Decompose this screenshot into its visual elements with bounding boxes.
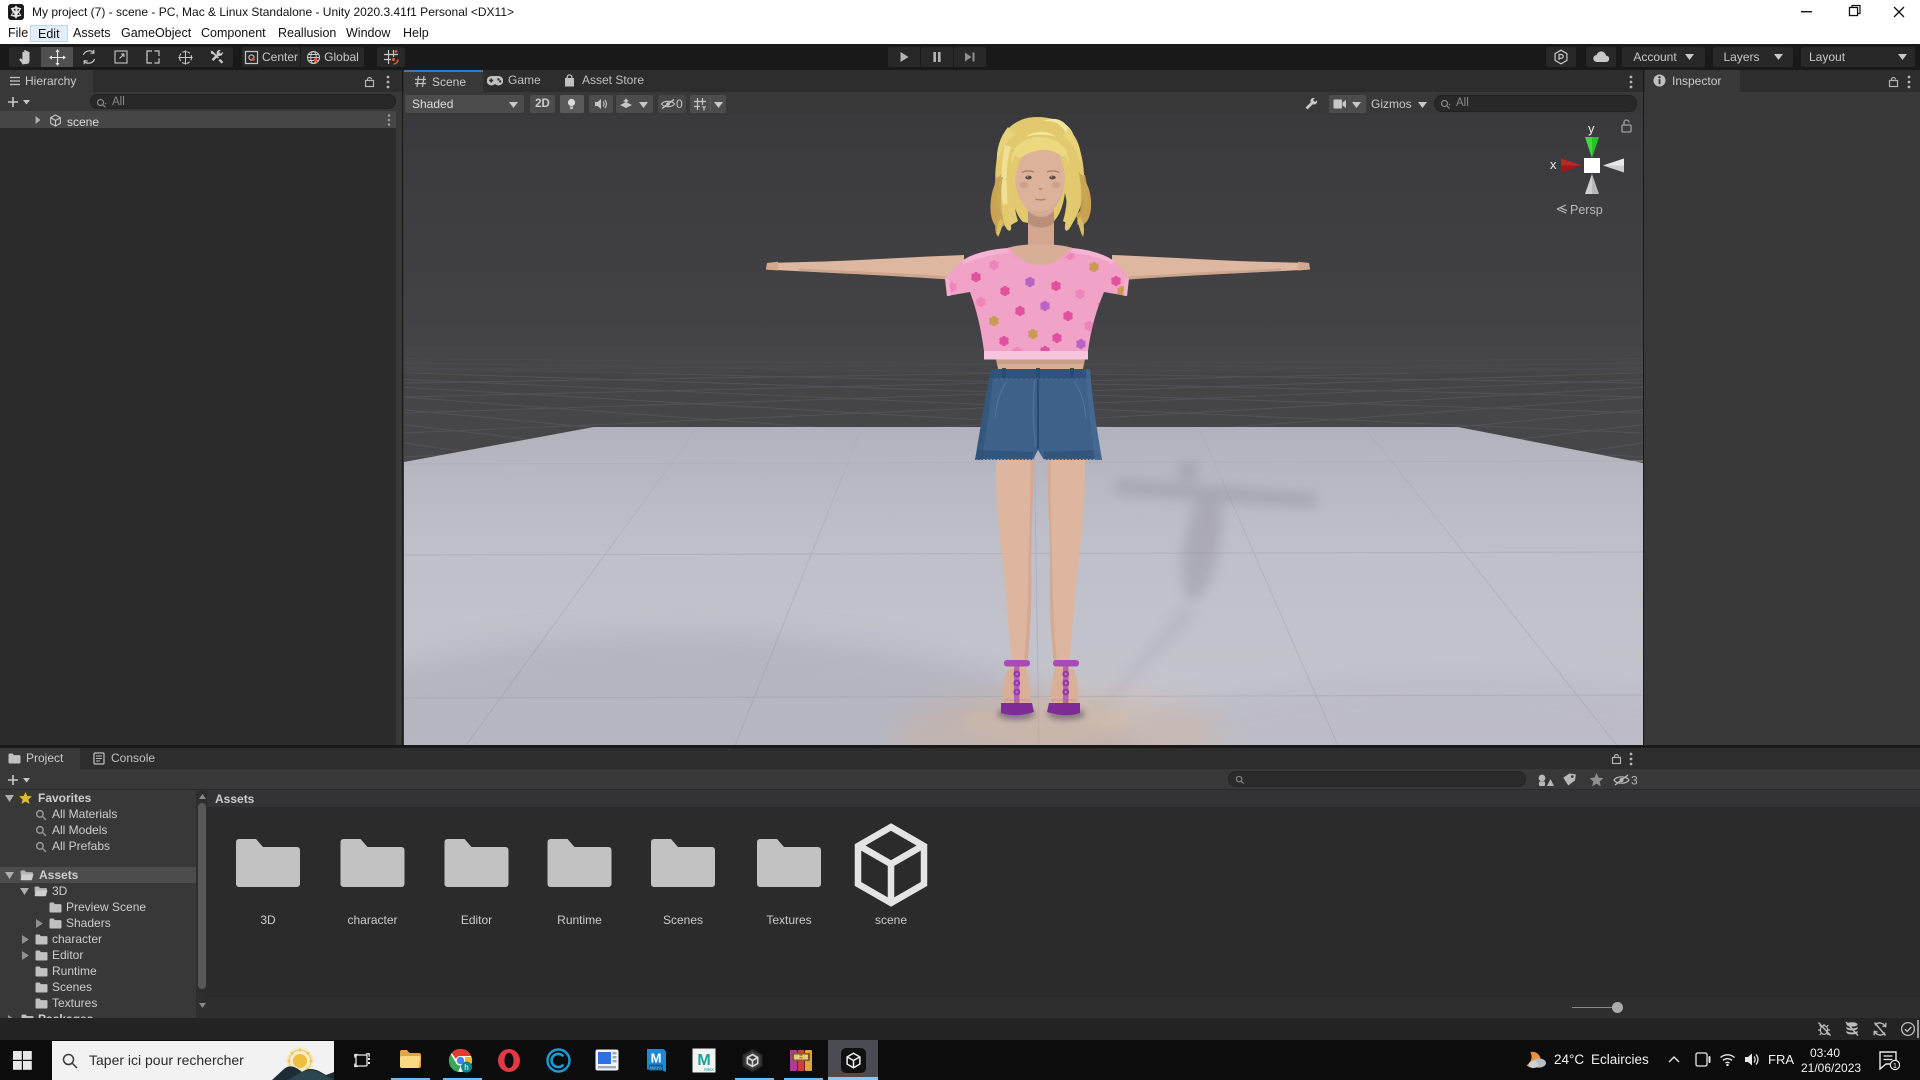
svg-text:MBX: MBX [704,1067,714,1072]
svg-text:Runtime: Runtime [557,913,602,927]
svg-text:M: M [651,1051,662,1066]
svg-text:h: h [464,1063,468,1072]
svg-text:Scenes: Scenes [663,913,703,927]
svg-text:x: x [1550,157,1557,172]
svg-text:3: 3 [1631,774,1638,786]
svg-text:Editor: Editor [461,913,492,927]
svg-text:y: y [1588,121,1595,136]
svg-text:MAYA: MAYA [650,1066,662,1071]
svg-text:1: 1 [1893,1063,1897,1070]
svg-text:Textures: Textures [766,913,811,927]
svg-text:scene: scene [875,913,907,927]
svg-text:3D: 3D [260,913,276,927]
svg-text:Persp: Persp [1570,203,1603,217]
svg-text:character: character [347,913,397,927]
